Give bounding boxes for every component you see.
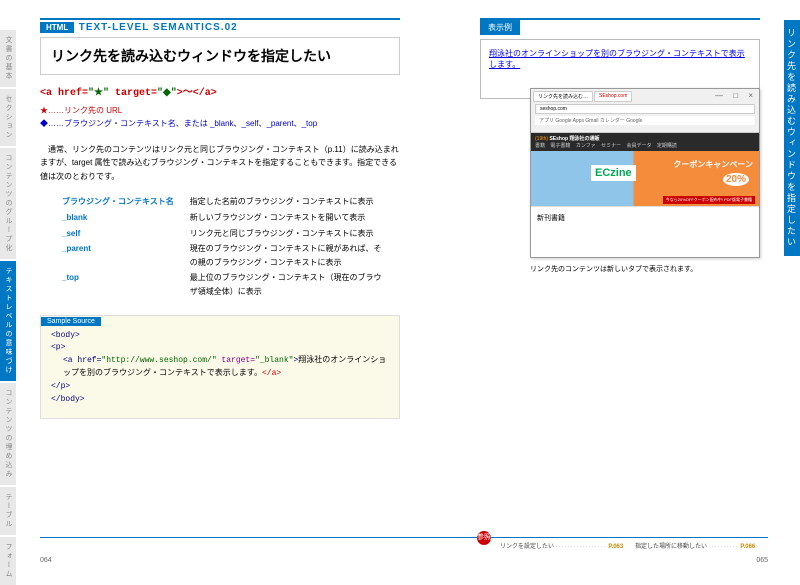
param-desc: 指定した名前のブラウジング・コンテキストに表示: [190, 195, 398, 209]
sample-source-box: Sample Source <body> <p> <a href="http:/…: [40, 315, 400, 420]
section-title: リンク先を読み込むウィンドウを指定したい: [40, 37, 400, 75]
param-name: ブラウジング・コンテキスト名: [62, 195, 188, 209]
legend-star: ★……リンク先の URL: [40, 105, 400, 118]
menu-item[interactable]: 書籍: [535, 143, 545, 149]
site-header: (19th) SEshop 翔泳社の通販 書籍 電子書籍 カンファ セミナー 会…: [531, 133, 759, 151]
param-desc: 現在のブラウジング・コンテキストに親があれば、その親のブラウジング・コンテキスト…: [190, 242, 398, 269]
reference-line: 参照 リンクを設定したい ················· P.063 指定し…: [40, 537, 768, 553]
display-label: 表示例: [480, 20, 520, 35]
bookmarks-bar: アプリ Google Apps Gmail カレンダー Google: [535, 116, 755, 125]
sidebar-tab[interactable]: セクション: [0, 89, 16, 146]
category-header: HTML TEXT-LEVEL SEMANTICS.02: [40, 18, 400, 33]
parameter-table: ブラウジング・コンテキスト名指定した名前のブラウジング・コンテキストに表示 _b…: [60, 193, 400, 300]
menu-item[interactable]: 電子書籍: [550, 143, 570, 149]
screenshot-caption: リンク先のコンテンツは新しいタブで表示されます。: [530, 264, 697, 274]
sidebar-tab[interactable]: テーブル: [0, 487, 16, 535]
promo-banner: ECzine クーポンキャンペーン 20% 今なら20%OFFクーポン配布中! …: [531, 151, 759, 206]
browser-tab-active[interactable]: SEshop.com: [594, 91, 632, 102]
page-number-left: 064: [40, 557, 52, 564]
right-page: 表示例 翔泳社のオンラインショップを別のブラウジング・コンテキストで表示します。: [480, 18, 760, 99]
window-buttons-icon: — □ ×: [715, 91, 757, 100]
example-link[interactable]: 翔泳社のオンラインショップを別のブラウジング・コンテキストで表示します。: [489, 49, 745, 69]
syntax-legend: ★……リンク先の URL ◆……ブラウジング・コンテキスト名、または _blan…: [40, 105, 400, 131]
param-name: _top: [62, 271, 188, 298]
banner-logo: ECzine: [591, 165, 636, 181]
sidebar-tab-active[interactable]: テキストレベルの意味づけ: [0, 261, 16, 381]
page-title-vertical: リンク先を読み込むウィンドウを指定したい: [784, 20, 800, 256]
sidebar-tab[interactable]: コンテンツの埋め込み: [0, 383, 16, 485]
site-logo: (19th) SEshop 翔泳社の通販: [535, 135, 755, 142]
left-page: HTML TEXT-LEVEL SEMANTICS.02 リンク先を読み込むウィ…: [40, 18, 400, 419]
banner-headline: クーポンキャンペーン: [673, 159, 753, 170]
menu-item[interactable]: セミナー: [601, 143, 621, 149]
sidebar-tab[interactable]: フォーム: [0, 537, 16, 585]
browser-window-mock: — □ × リンク先を読み込む… SEshop.com seshop.com ア…: [530, 88, 760, 258]
menu-item[interactable]: カンファ: [576, 143, 596, 149]
display-example: 表示例 翔泳社のオンラインショップを別のブラウジング・コンテキストで表示します。: [480, 18, 760, 99]
menu-item[interactable]: 会員データ: [626, 143, 651, 149]
syntax-signature: <a href="★" target="◆">～</a>: [40, 83, 400, 99]
sample-label: Sample Source: [41, 317, 101, 326]
menu-item[interactable]: 定期購読: [657, 143, 677, 149]
address-bar[interactable]: seshop.com: [535, 104, 755, 114]
legend-diamond: ◆……ブラウジング・コンテキスト名、または _blank、_self、_pare…: [40, 118, 400, 131]
param-desc: 新しいブラウジング・コンテキストを開いて表示: [190, 211, 398, 225]
browser-tab[interactable]: リンク先を読み込む…: [533, 91, 593, 102]
page-number-right: 065: [756, 557, 768, 564]
param-name: _blank: [62, 211, 188, 225]
param-desc: 最上位のブラウジング・コンテキスト（現在のブラウザ領域全体）に表示: [190, 271, 398, 298]
sidebar-tab[interactable]: 文書の基本: [0, 30, 16, 87]
chapter-sidebar: 文書の基本 セクション コンテンツのグループ化 テキストレベルの意味づけ コンテ…: [0, 0, 22, 567]
banner-subtext: 今なら20%OFFクーポン配布中! PDF版電子書籍: [663, 196, 755, 204]
reference-badge-icon: 参照: [477, 531, 491, 545]
sidebar-tab[interactable]: コンテンツのグループ化: [0, 148, 16, 259]
param-desc: リンク元と同じブラウジング・コンテキストに表示: [190, 227, 398, 241]
reference-link[interactable]: 指定した場所に移動したい ·········· P.066: [635, 541, 755, 550]
sample-code: <body> <p> <a href="http://www.seshop.co…: [41, 326, 399, 411]
param-name: _self: [62, 227, 188, 241]
param-name: _parent: [62, 242, 188, 269]
content-section: 新刊書籍: [531, 206, 759, 229]
category-title: TEXT-LEVEL SEMANTICS.02: [79, 22, 238, 33]
site-menu: 書籍 電子書籍 カンファ セミナー 会員データ 定期購読: [535, 142, 755, 149]
banner-percent: 20%: [723, 173, 749, 186]
reference-link[interactable]: リンクを設定したい ················· P.063: [500, 541, 623, 550]
page-footer: 参照 リンクを設定したい ················· P.063 指定し…: [40, 537, 768, 553]
browser-chrome: — □ × リンク先を読み込む… SEshop.com seshop.com ア…: [531, 89, 759, 133]
category-badge: HTML: [40, 22, 74, 33]
body-paragraph: 通常、リンク先のコンテンツはリンク元と同じブラウジング・コンテキスト（p.11）…: [40, 143, 400, 184]
